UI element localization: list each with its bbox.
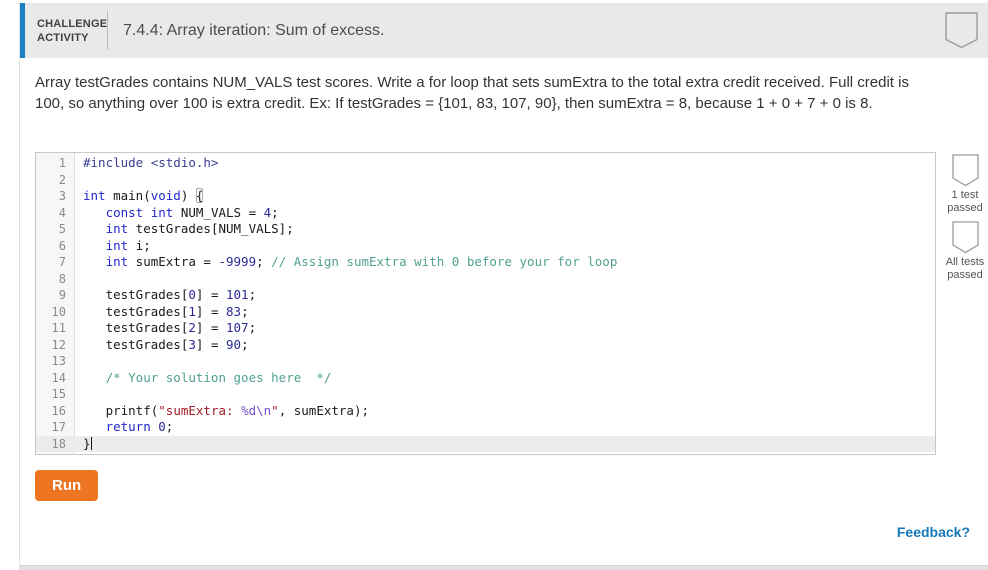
code-line-14[interactable]: 14 /* Your solution goes here */ — [36, 370, 935, 387]
line-number: 7 — [58, 255, 66, 269]
code-text: testGrades[1] = 83; — [83, 303, 249, 319]
code-line-5[interactable]: 5 int testGrades[NUM_VALS]; — [36, 221, 935, 238]
line-number: 18 — [51, 436, 66, 451]
code-text: int testGrades[NUM_VALS]; — [105, 221, 294, 236]
test-badge-label: All tests passed — [945, 256, 985, 281]
code-text: } — [83, 435, 92, 451]
code-text: /* Your solution goes here */ — [105, 369, 332, 385]
code-text: #include <stdio.h> — [83, 155, 219, 170]
code-line-12[interactable]: 12 testGrades[3] = 90; — [36, 337, 935, 354]
code-text: testGrades[0] = 101; — [83, 287, 257, 302]
challenge-activity-badge: CHALLENGE ACTIVITY — [37, 17, 107, 45]
test-badge-1: 1 test passed — [941, 154, 988, 214]
shield-outline-icon — [945, 12, 978, 54]
line-number: 8 — [58, 271, 66, 286]
activity-card: CHALLENGE ACTIVITY 7.4.4: Array iteratio… — [19, 3, 988, 566]
code-line-17[interactable]: 17 return 0; — [36, 419, 935, 436]
shield-outline-icon — [951, 221, 979, 254]
line-number: 4 — [58, 205, 66, 220]
code-text: int main(void) { — [83, 188, 204, 203]
code-line-3[interactable]: 3 int main(void) { — [36, 188, 935, 205]
code-line-8[interactable]: 8 — [36, 271, 935, 288]
test-status-column: 1 test passed All tests passed — [941, 154, 988, 288]
line-number: 11 — [51, 321, 66, 335]
text-cursor — [90, 436, 92, 450]
line-number: 5 — [58, 222, 66, 236]
code-text: int i; — [105, 237, 151, 253]
code-text: testGrades[3] = 90; — [83, 336, 249, 352]
editor-lines: 1 #include <stdio.h> 2 3 int main(void) { 4 c… — [36, 155, 935, 452]
code-line-2[interactable]: 2 — [36, 172, 935, 189]
feedback-link[interactable]: Feedback? — [897, 524, 970, 540]
line-number: 2 — [58, 172, 66, 187]
badge-line2: ACTIVITY — [37, 31, 89, 44]
code-line-16[interactable]: 16 printf("sumExtra: %d\n", sumExtra); — [36, 403, 935, 420]
line-number: 13 — [51, 354, 66, 368]
code-text: testGrades[2] = 107; — [83, 320, 257, 335]
line-number: 17 — [51, 420, 66, 434]
test-badge-2: All tests passed — [941, 221, 988, 281]
challenge-activity-screen: CHALLENGE ACTIVITY 7.4.4: Array iteratio… — [0, 0, 988, 570]
run-button[interactable]: Run — [35, 470, 99, 501]
line-number: 6 — [58, 238, 66, 253]
line-number: 16 — [51, 403, 66, 418]
code-text: int sumExtra = -9999; // Assign sumExtra… — [105, 254, 618, 269]
activity-title: 7.4.4: Array iteration: Sum of excess. — [123, 21, 385, 39]
code-line-10[interactable]: 10 testGrades[1] = 83; — [36, 304, 935, 321]
line-number: 10 — [51, 304, 66, 319]
code-text: printf("sumExtra: %d\n", sumExtra); — [83, 402, 370, 418]
badge-line1: CHALLENGE — [37, 17, 108, 30]
line-number: 1 — [58, 156, 66, 170]
code-line-13[interactable]: 13 — [36, 353, 935, 370]
header-accent-bar — [20, 3, 25, 58]
line-number: 3 — [58, 189, 66, 203]
code-line-1[interactable]: 1 #include <stdio.h> — [36, 155, 935, 172]
line-number: 12 — [51, 337, 66, 352]
code-line-7[interactable]: 7 int sumExtra = -9999; // Assign sumExt… — [36, 254, 935, 271]
code-text: const int NUM_VALS = 4; — [105, 204, 279, 220]
code-line-18[interactable]: 18} — [36, 435, 935, 452]
code-line-15[interactable]: 15 — [36, 386, 935, 403]
test-badge-label: 1 test passed — [947, 189, 983, 214]
problem-description: Array testGrades contains NUM_VALS test … — [35, 74, 909, 112]
page-bottom-strip — [19, 566, 988, 570]
code-editor[interactable]: 1 #include <stdio.h> 2 3 int main(void) { 4 c… — [35, 152, 936, 455]
code-line-4[interactable]: 4 const int NUM_VALS = 4; — [36, 205, 935, 222]
line-number: 9 — [58, 288, 66, 302]
code-text: return 0; — [105, 419, 174, 434]
shield-outline-icon — [951, 154, 979, 187]
header-divider — [107, 11, 108, 50]
code-line-9[interactable]: 9 testGrades[0] = 101; — [36, 287, 935, 304]
line-number: 14 — [51, 370, 66, 385]
line-number: 15 — [51, 387, 66, 401]
activity-header: CHALLENGE ACTIVITY 7.4.4: Array iteratio… — [20, 3, 988, 58]
code-line-6[interactable]: 6 int i; — [36, 238, 935, 255]
code-line-11[interactable]: 11 testGrades[2] = 107; — [36, 320, 935, 337]
